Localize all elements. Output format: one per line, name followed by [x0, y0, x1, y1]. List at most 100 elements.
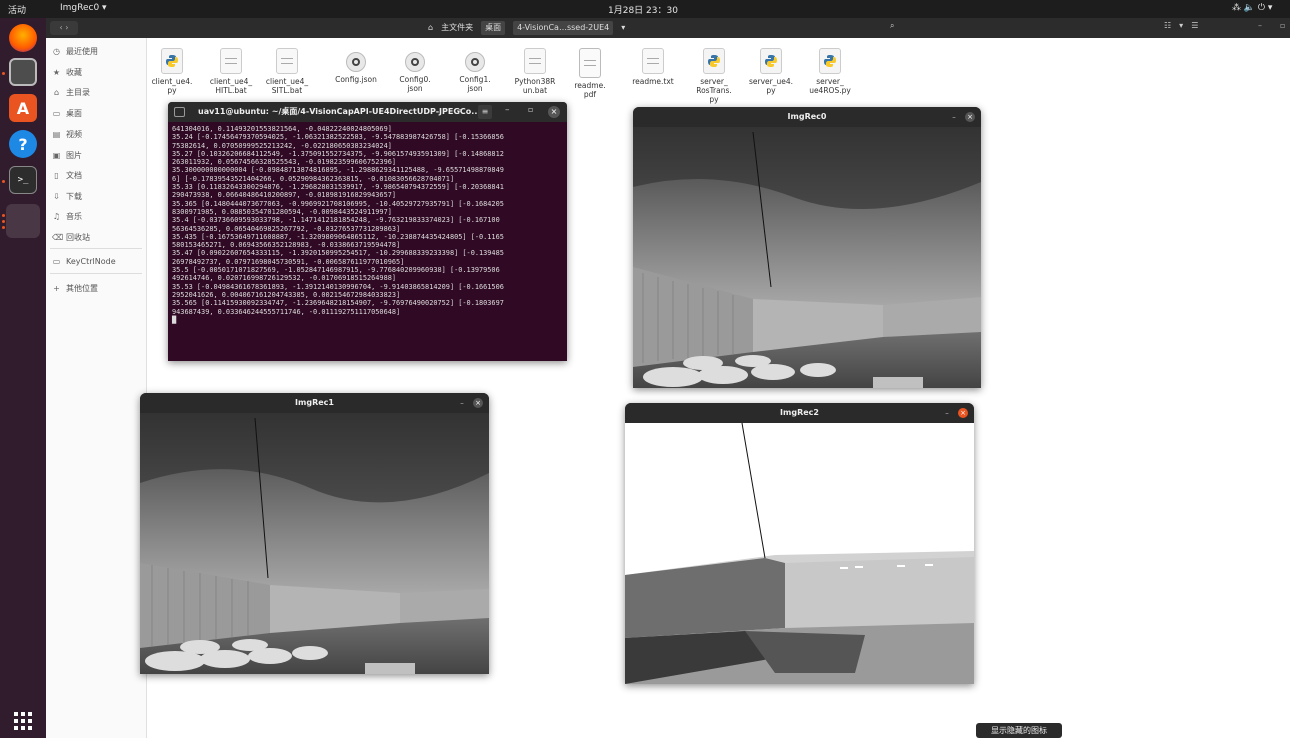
file-item[interactable]: server_ue4. py — [743, 48, 799, 95]
home-icon[interactable]: ⌂ — [428, 21, 433, 35]
camera-view-depth — [625, 423, 974, 684]
new-tab-icon[interactable] — [174, 107, 185, 117]
minimize-button[interactable]: – — [1258, 21, 1262, 30]
json-file-icon — [465, 52, 485, 72]
file-item[interactable]: client_ue4_ SITL.bat — [259, 48, 315, 95]
terminal-line: 35.27 [0.10326206684112549, -1.375091552… — [172, 149, 504, 158]
file-item[interactable]: readme.txt — [625, 48, 681, 86]
close-button[interactable]: × — [548, 106, 560, 118]
status-icons[interactable]: ⁂ 🔈 ⏻ ▾ — [1232, 3, 1272, 13]
camera-view-grayscale — [140, 413, 489, 674]
view-options-icon[interactable]: ☷▾☰ — [1164, 21, 1206, 30]
search-icon[interactable]: ⌕ — [890, 21, 894, 31]
python-file-icon — [819, 48, 841, 74]
terminal-line: 56364536285, 0.06540469825267792, -0.032… — [172, 224, 401, 233]
terminal-window[interactable]: uav11@ubuntu: ~/桌面/4-VisionCapAPI-UE4Dir… — [168, 102, 567, 361]
video-icon: ▤ — [52, 130, 61, 139]
clock[interactable]: 1月28日 23：30 — [608, 3, 678, 16]
sidebar-item-videos[interactable]: ▤ 视频 — [52, 129, 82, 140]
file-item[interactable]: Config.json — [328, 48, 384, 84]
running-indicator — [2, 72, 5, 75]
terminal-line: 35.5 [-0.0050171071827569, -1.0528471469… — [172, 266, 500, 275]
sidebar-item-recent[interactable]: ◷ 最近使用 — [52, 46, 98, 57]
text-file-icon — [642, 48, 664, 74]
files-icon[interactable] — [9, 58, 37, 86]
path-dropdown-icon[interactable]: ▾ — [621, 21, 625, 35]
sidebar-item-keyctrlnode[interactable]: ▭ KeyCtrlNode — [52, 257, 116, 266]
close-button[interactable]: × — [473, 398, 483, 408]
file-item[interactable]: Config1. json — [447, 48, 503, 93]
imgrec1-window[interactable]: ImgRec1 – × — [140, 393, 489, 674]
breadcrumb-folder[interactable]: 4-VisionCa…ssed-2UE4 — [513, 21, 614, 35]
tooltip: 显示隐藏的图标 — [976, 723, 1062, 738]
breadcrumb: ⌂ 主文件夹 桌面 4-VisionCa…ssed-2UE4 ▾ — [428, 21, 625, 35]
minimize-button[interactable]: – — [942, 408, 952, 418]
maximize-button[interactable]: ▫ — [528, 105, 533, 114]
terminal-line: 35.565 [0.11415930092334747, -1.23696482… — [172, 299, 504, 308]
close-button[interactable]: × — [965, 112, 975, 122]
file-item[interactable]: readme. pdf — [562, 48, 618, 99]
sidebar-item-trash[interactable]: ⌫ 回收站 — [52, 232, 90, 243]
music-icon: ♫ — [52, 212, 61, 221]
hamburger-menu-icon[interactable]: ≡ — [478, 105, 492, 119]
file-name: Python38R un.bat — [514, 77, 556, 95]
imgrec1-titlebar[interactable]: ImgRec1 — [140, 393, 489, 413]
json-file-icon — [346, 52, 366, 72]
activities-button[interactable]: 活动 — [8, 3, 26, 16]
imgrec0-titlebar[interactable]: ImgRec0 — [633, 107, 981, 127]
file-item[interactable]: client_ue4. py — [144, 48, 200, 95]
file-item[interactable]: client_ue4_ HITL.bat — [203, 48, 259, 95]
file-name: client_ue4_ SITL.bat — [265, 77, 309, 95]
minimize-button[interactable]: – — [949, 112, 959, 122]
file-item[interactable]: server_ ue4ROS.py — [802, 48, 858, 95]
terminal-line: 6] [-0.17839543521404266, 0.052909843623… — [172, 174, 455, 183]
firefox-icon[interactable] — [9, 24, 37, 52]
close-button[interactable]: × — [958, 408, 968, 418]
terminal-line: 290473938, 0.06640486410200897, -0.01898… — [172, 191, 397, 200]
sidebar-item-downloads[interactable]: ⇩ 下载 — [52, 191, 82, 202]
minimize-button[interactable]: – — [505, 105, 510, 115]
terminal-line: 35.365 [0.1480444073677063, -0.996992170… — [172, 199, 504, 208]
sidebar-item-desktop[interactable]: ▭ 桌面 — [52, 108, 82, 119]
file-name: client_ue4_ HITL.bat — [209, 77, 253, 95]
terminal-output[interactable]: 641304016, 0.11493201553821564, -0.04822… — [168, 122, 567, 361]
sidebar-item-home[interactable]: ⌂ 主目录 — [52, 87, 90, 98]
terminal-line: 492614746, 0.020716998726129532, -0.0170… — [172, 274, 397, 283]
help-icon[interactable]: ? — [9, 130, 37, 158]
terminal-line: 35.33 [0.11832643300294876, -1.296828031… — [172, 183, 504, 192]
imgrec2-titlebar[interactable]: ImgRec2 — [625, 403, 974, 423]
file-name: readme. pdf — [574, 81, 606, 99]
search-icon[interactable]: ⌕ — [458, 106, 463, 116]
sidebar-item-pictures[interactable]: ▣ 图片 — [52, 150, 82, 161]
file-item[interactable]: Python38R un.bat — [507, 48, 563, 95]
software-center-icon[interactable]: A — [9, 94, 37, 122]
imgrec1-title: ImgRec1 — [295, 398, 334, 407]
breadcrumb-desktop[interactable]: 桌面 — [481, 21, 506, 35]
file-name: Config1. json — [459, 75, 491, 93]
terminal-line: 2952041626, 0.004067161204743385, 0.0021… — [172, 290, 401, 299]
sidebar-item-documents[interactable]: ▯ 文档 — [52, 170, 82, 181]
terminal-line: 943687439, 0.033646244555711746, -0.0111… — [172, 307, 401, 316]
imgrec2-window[interactable]: ImgRec2 – × — [625, 403, 974, 684]
maximize-button[interactable]: ▫ — [1280, 21, 1285, 30]
terminal-line: 263011932, 0.05674566328525543, -0.01982… — [172, 158, 397, 167]
top-bar: 活动 ImgRec0 ▾ 1月28日 23：30 ⁂ 🔈 ⏻ ▾ — [0, 0, 1290, 18]
minimize-button[interactable]: – — [457, 398, 467, 408]
sidebar-divider — [50, 248, 142, 249]
clock-icon: ◷ — [53, 47, 60, 56]
breadcrumb-home[interactable]: 主文件夹 — [441, 21, 473, 35]
back-forward-buttons[interactable]: ‹ › — [50, 21, 78, 35]
imgrec0-window[interactable]: ImgRec0 – × — [633, 107, 981, 388]
file-name: server_ue4. py — [748, 77, 793, 95]
file-item[interactable]: Config0. json — [387, 48, 443, 93]
file-manager-toolbar: ‹ › ⌂ 主文件夹 桌面 4-VisionCa…ssed-2UE4 ▾ ⌕ ☷… — [46, 18, 1290, 38]
sidebar-item-music[interactable]: ♫ 音乐 — [52, 211, 82, 222]
pdf-file-icon — [579, 48, 601, 78]
app-menu[interactable]: ImgRec0 ▾ — [60, 3, 107, 13]
file-item[interactable]: server_ RosTrans. py — [686, 48, 742, 104]
show-apps-icon[interactable] — [14, 712, 32, 730]
sidebar-item-other-locations[interactable]: + 其他位置 — [52, 283, 98, 294]
python-file-icon — [161, 48, 183, 74]
terminal-icon[interactable]: >_ — [9, 166, 37, 194]
sidebar-item-starred[interactable]: ★ 收藏 — [52, 67, 82, 78]
